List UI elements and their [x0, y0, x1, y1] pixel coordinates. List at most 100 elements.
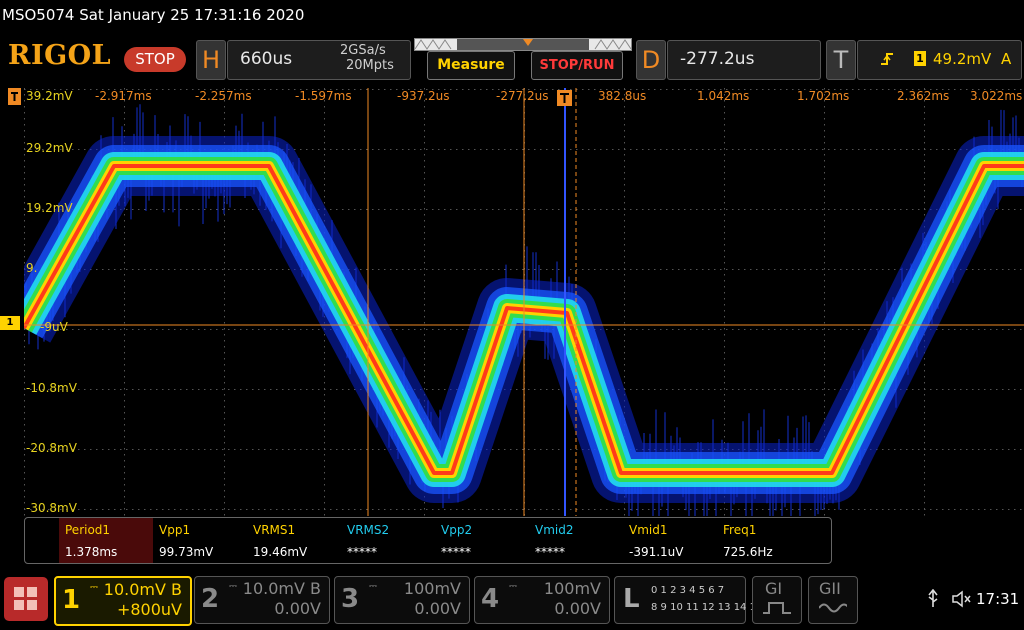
time-label: -2.917ms — [95, 89, 152, 103]
measurement-value: ***** — [441, 545, 471, 559]
measurement-value: 19.46mV — [253, 545, 308, 559]
stop-run-button[interactable]: STOP/RUN — [531, 51, 623, 80]
measurement-item[interactable]: Vmid1 -391.1uV — [623, 518, 717, 563]
measurement-item[interactable]: VRMS1 19.46mV — [247, 518, 341, 563]
logic-channels-row2: 8 9 10 11 12 13 14 15 — [651, 602, 763, 613]
measurement-name: Freq1 — [723, 523, 757, 537]
measurement-item[interactable]: Vpp1 99.73mV — [153, 518, 247, 563]
trigger-time-marker-icon[interactable] — [557, 90, 573, 110]
channel-number: 2 — [201, 584, 220, 614]
channel-offset: +800uV — [116, 600, 182, 619]
dc-coupling-icon: ⎓ — [509, 581, 517, 592]
delay-menu-button[interactable]: D — [636, 40, 666, 80]
voltage-label: 9. — [26, 261, 38, 275]
measurement-name: VRMS2 — [347, 523, 390, 537]
channel-number: 3 — [341, 584, 360, 614]
rising-edge-trigger-icon — [881, 53, 893, 65]
trigger-panel[interactable]: 1 49.2mV A — [857, 40, 1022, 80]
time-label: 382.8us — [598, 89, 647, 103]
channel-offset: 0.00V — [274, 599, 321, 618]
measurement-item[interactable]: VRMS2 ***** — [341, 518, 435, 563]
horizontal-settings-panel[interactable]: 660us 2GSa/s 20Mpts — [227, 40, 411, 80]
measurement-item[interactable]: Vmid2 ***** — [529, 518, 623, 563]
measurement-item[interactable]: Freq1 725.6Hz — [717, 518, 811, 563]
time-label: 1.702ms — [797, 89, 850, 103]
time-label: 1.042ms — [697, 89, 750, 103]
time-label: -937.2us — [397, 89, 450, 103]
channel-offset: 0.00V — [414, 599, 461, 618]
sine-wave-icon — [819, 603, 847, 613]
time-label: -2.257ms — [195, 89, 252, 103]
time-label: 3.022ms — [970, 89, 1023, 103]
channel1-ground-marker[interactable]: 1 — [0, 316, 20, 330]
time-label: -277.2us — [496, 89, 549, 103]
trigger-menu-button[interactable]: T — [826, 40, 856, 80]
measurement-name: Vpp1 — [159, 523, 191, 537]
trigger-level-value: 49.2mV — [933, 50, 992, 68]
channel-1-button[interactable]: 1 ⎓ 10.0mV B +800uV — [54, 576, 192, 626]
pulse-wave-icon — [763, 602, 791, 614]
measurement-name: Vmid2 — [535, 523, 574, 537]
voltage-label: -20.8mV — [26, 441, 77, 455]
measurement-value: 1.378ms — [65, 545, 118, 559]
usb-icon — [928, 589, 938, 607]
measurement-value: 725.6Hz — [723, 545, 773, 559]
channel-scale: 100mV — [403, 579, 461, 598]
measurement-value: 99.73mV — [159, 545, 214, 559]
measurement-panel[interactable]: Period1 1.378ms Vpp1 99.73mV VRMS1 19.46mV VRM… — [24, 517, 832, 564]
timebase-value: 660us — [240, 49, 293, 69]
trigger-position-marker-icon — [523, 39, 533, 46]
dc-coupling-icon: ⎓ — [90, 582, 98, 593]
delay-panel[interactable]: -277.2us — [667, 40, 821, 80]
channel-3-button[interactable]: 3 ⎓ 100mV 0.00V — [334, 576, 470, 624]
voltage-label: -10.8mV — [26, 381, 77, 395]
rigol-logo: RIGOL — [8, 40, 112, 71]
decoder-1-label: GI — [765, 579, 783, 598]
trigger-offset-marker-icon — [8, 88, 21, 105]
grid-menu-icon — [14, 587, 37, 610]
voltage-label: 39.2mV — [26, 89, 73, 103]
sample-rate-value: 2GSa/s — [340, 43, 386, 58]
measurement-name: Vpp2 — [441, 523, 473, 537]
measurement-name: VRMS1 — [253, 523, 296, 537]
waveform-display[interactable] — [24, 88, 1024, 516]
measurement-value: ***** — [347, 545, 377, 559]
measurement-name: Period1 — [65, 523, 111, 537]
decoder-1-button[interactable]: GI — [752, 576, 802, 624]
voltage-label: 29.2mV — [26, 141, 73, 155]
speaker-muted-icon[interactable] — [951, 589, 971, 609]
channel-scale: 10.0mV B — [242, 579, 321, 598]
horizontal-menu-button[interactable]: H — [196, 40, 226, 80]
start-menu-button[interactable] — [4, 577, 48, 621]
voltage-label: -9uV — [40, 320, 68, 334]
dc-coupling-icon: ⎓ — [369, 581, 377, 592]
memory-timeline-bar — [414, 38, 632, 51]
run-state-badge: STOP — [124, 47, 186, 72]
channel-2-button[interactable]: 2 ⎓ 10.0mV B 0.00V — [194, 576, 330, 624]
time-label: -1.597ms — [295, 89, 352, 103]
memory-depth-value: 20Mpts — [346, 58, 394, 73]
measurement-item[interactable]: Vpp2 ***** — [435, 518, 529, 563]
measurement-item[interactable]: Period1 1.378ms — [59, 518, 153, 563]
channel-scale: 10.0mV B — [103, 580, 182, 599]
channel-4-button[interactable]: 4 ⎓ 100mV 0.00V — [474, 576, 610, 624]
channel-scale: 100mV — [543, 579, 601, 598]
channel-number: 4 — [481, 584, 500, 614]
measurement-value: -391.1uV — [629, 545, 684, 559]
voltage-label: -30.8mV — [26, 501, 77, 515]
measure-button[interactable]: Measure — [427, 51, 515, 80]
trigger-source-badge: 1 — [914, 51, 926, 66]
channel-number: 1 — [62, 585, 81, 615]
logic-analyzer-button[interactable]: L 0 1 2 3 4 5 6 7 8 9 10 11 12 13 14 15 — [614, 576, 762, 624]
voltage-label: 19.2mV — [26, 201, 73, 215]
decoder-2-label: GII — [819, 579, 841, 598]
logic-letter: L — [623, 584, 640, 614]
decoder-2-button[interactable]: GII — [808, 576, 858, 624]
channel-offset: 0.00V — [554, 599, 601, 618]
logic-channels-row1: 0 1 2 3 4 5 6 7 — [651, 585, 725, 596]
delay-value: -277.2us — [680, 49, 755, 69]
clock: 17:31 — [976, 590, 1020, 608]
time-label: 2.362ms — [897, 89, 950, 103]
trigger-mode-value: A — [1001, 50, 1012, 68]
status-line: MSO5074 Sat January 25 17:31:16 2020 — [2, 6, 305, 24]
